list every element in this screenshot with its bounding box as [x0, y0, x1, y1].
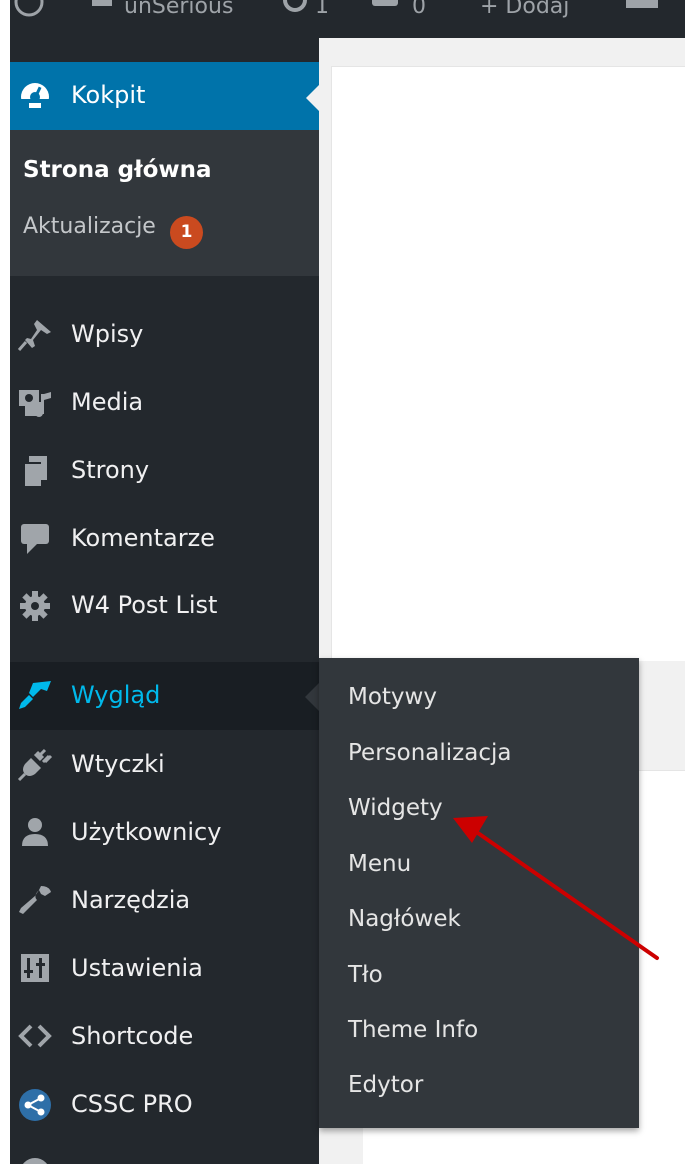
menu-item-label: Komentarze: [71, 524, 215, 552]
flyout-item-menus[interactable]: Menu: [348, 851, 411, 877]
pushpin-icon: [17, 318, 53, 352]
home-icon[interactable]: [90, 0, 114, 35]
menu-item-label: Strony: [71, 456, 150, 484]
plug-icon: [17, 748, 53, 782]
menu-item-comments[interactable]: Komentarze: [10, 505, 319, 573]
appearance-flyout-menu: Motywy Personalizacja Widgety Menu Nagłó…: [319, 658, 639, 1128]
flyout-item-widgets[interactable]: Widgety: [348, 795, 443, 821]
menu-item-dashboard[interactable]: Kokpit: [10, 62, 319, 130]
submenu-item-updates[interactable]: Aktualizacje: [23, 214, 156, 239]
new-content-link[interactable]: + Dodaj: [480, 0, 569, 24]
user-avatar-icon[interactable]: [622, 0, 662, 35]
share-icon: [17, 1088, 53, 1122]
wordpress-logo-icon[interactable]: [14, 0, 44, 35]
menu-item-label: W4 Post List: [71, 591, 218, 619]
menu-item-posts[interactable]: Wpisy: [10, 301, 319, 369]
menu-item-label: Użytkownicy: [71, 818, 222, 846]
menu-item-label: Wtyczki: [71, 750, 165, 778]
updates-icon[interactable]: [282, 0, 308, 35]
menu-item-label: Shortcode: [71, 1022, 194, 1050]
menu-item-settings[interactable]: Ustawienia: [10, 935, 319, 1003]
menu-item-cssc-pro[interactable]: CSSC PRO: [10, 1071, 319, 1139]
cropped-menu-icon: [17, 1156, 53, 1164]
menu-item-users[interactable]: Użytkownicy: [10, 799, 319, 867]
wrench-icon: [17, 884, 53, 918]
pages-icon: [17, 454, 53, 488]
flyout-item-header[interactable]: Nagłówek: [348, 906, 461, 932]
dashboard-icon: [17, 79, 53, 113]
flyout-item-theme-info[interactable]: Theme Info: [348, 1017, 478, 1043]
comments-icon[interactable]: [370, 0, 400, 35]
menu-item-media[interactable]: Media: [10, 369, 319, 437]
left-edge: [0, 0, 10, 1164]
admin-bar: unSerious 1 0 + Dodaj: [10, 0, 685, 38]
site-name-link[interactable]: unSerious: [124, 0, 233, 24]
menu-item-shortcode[interactable]: Shortcode: [10, 1003, 319, 1071]
menu-item-pages[interactable]: Strony: [10, 437, 319, 505]
updates-count[interactable]: 1: [315, 0, 329, 24]
comment-icon: [17, 522, 53, 556]
menu-item-label: Media: [71, 388, 144, 416]
flyout-pointer: [305, 682, 320, 712]
flyout-item-editor[interactable]: Edytor: [348, 1072, 423, 1098]
code-icon: [17, 1020, 53, 1054]
user-icon: [17, 816, 53, 850]
menu-item-label: CSSC PRO: [71, 1090, 193, 1118]
comments-count[interactable]: 0: [412, 0, 426, 24]
menu-item-label: Wpisy: [71, 320, 144, 348]
submenu-item-home[interactable]: Strona główna: [23, 157, 212, 183]
menu-item-appearance[interactable]: Wygląd: [10, 662, 319, 730]
updates-badge: 1: [170, 216, 203, 249]
cropped-text: [640, 796, 660, 830]
flyout-item-background[interactable]: Tło: [348, 962, 383, 988]
menu-item-label: Wygląd: [71, 681, 161, 709]
menu-item-cropped[interactable]: [10, 1139, 319, 1164]
active-indicator: [306, 84, 320, 112]
paintbrush-icon: [17, 679, 53, 713]
media-icon: [17, 386, 53, 420]
flyout-item-themes[interactable]: Motywy: [348, 684, 437, 710]
flyout-item-customize[interactable]: Personalizacja: [348, 740, 511, 766]
dashboard-submenu: [10, 130, 319, 276]
menu-item-label: Narzędzia: [71, 886, 191, 914]
dashboard-panel: [331, 66, 685, 661]
settings-icon: [17, 952, 53, 986]
menu-item-plugins[interactable]: Wtyczki: [10, 731, 319, 799]
menu-item-label: Ustawienia: [71, 954, 203, 982]
gear-icon: [17, 589, 53, 623]
menu-item-tools[interactable]: Narzędzia: [10, 867, 319, 935]
menu-item-label: Kokpit: [71, 81, 146, 109]
menu-item-w4-post-list[interactable]: W4 Post List: [10, 572, 319, 640]
